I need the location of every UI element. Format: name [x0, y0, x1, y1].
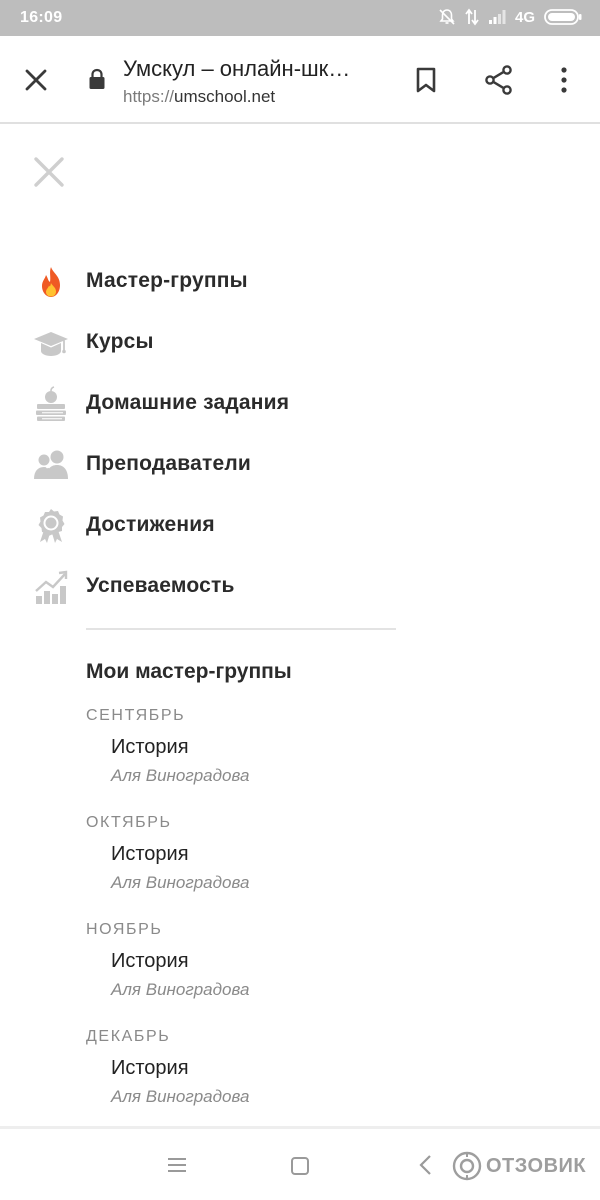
close-icon[interactable] [22, 66, 50, 94]
nav-item-teachers[interactable]: Преподаватели [0, 441, 420, 489]
teacher-name: Аля Виноградова [111, 873, 250, 892]
menu-divider [86, 628, 396, 630]
teacher-name: Аля Виноградова [111, 980, 250, 999]
signal-icon [488, 10, 506, 24]
back-chevron-icon[interactable] [418, 1154, 434, 1176]
more-vert-icon[interactable] [556, 65, 572, 95]
mute-icon [439, 9, 455, 25]
course-link[interactable]: История [111, 950, 189, 973]
lock-icon [89, 68, 105, 89]
fire-icon [42, 267, 60, 297]
battery-icon [544, 9, 582, 25]
teacher-name: Аля Виноградова [111, 766, 250, 785]
home-square-icon[interactable] [290, 1156, 310, 1176]
nav-item-label: Достижения [86, 513, 215, 536]
nav-item-label: Успеваемость [86, 574, 235, 597]
page-title: Умскул – онлайн-шк… [123, 56, 351, 81]
month-label: НОЯБРЬ [86, 921, 163, 938]
share-icon[interactable] [483, 64, 515, 96]
graduation-cap-icon [34, 332, 68, 356]
menu-close-icon[interactable] [33, 156, 65, 188]
nav-item-master-groups[interactable]: Мастер-группы [0, 258, 420, 306]
browser-header: Умскул – онлайн-шк… https://umschool.net [0, 36, 600, 124]
teachers-icon [34, 450, 68, 479]
data-arrows-icon [465, 8, 479, 26]
month-label: ОКТЯБРЬ [86, 814, 172, 831]
course-link[interactable]: История [111, 736, 189, 759]
otzovik-logo-icon [452, 1151, 482, 1181]
course-link[interactable]: История [111, 1057, 189, 1080]
section-title-my-master-groups: Мои мастер-группы [86, 660, 292, 683]
page-url: https://umschool.net [123, 87, 275, 107]
month-label: ДЕКАБРЬ [86, 1028, 171, 1045]
bookmark-icon[interactable] [413, 66, 439, 94]
teacher-name: Аля Виноградова [111, 1087, 250, 1106]
menu-lines-icon[interactable] [166, 1156, 188, 1174]
nav-item-label: Курсы [86, 330, 154, 353]
watermark: ОТЗОВИК [452, 1151, 586, 1181]
nav-item-label: Домашние задания [86, 391, 290, 414]
watermark-text: ОТЗОВИК [486, 1154, 587, 1177]
course-link[interactable]: История [111, 843, 189, 866]
award-icon [38, 509, 65, 543]
month-label: СЕНТЯБРЬ [86, 707, 186, 724]
nav-item-progress[interactable]: Успеваемость [0, 563, 420, 611]
status-icons: 4G [438, 8, 582, 26]
nav-item-label: Преподаватели [86, 452, 251, 475]
url-scheme: https:// [123, 87, 175, 106]
url-host: umschool.net [174, 87, 276, 106]
nav-item-achievements[interactable]: Достижения [0, 502, 420, 550]
network-type-label: 4G [514, 8, 535, 26]
status-time: 16:09 [20, 9, 63, 26]
nav-item-label: Мастер-группы [86, 269, 248, 292]
progress-chart-icon [35, 570, 68, 604]
status-bar: 16:09 4G [0, 0, 600, 36]
nav-item-homework[interactable]: Домашние задания [0, 380, 420, 428]
books-apple-icon [36, 386, 66, 421]
nav-item-courses[interactable]: Курсы [0, 319, 420, 367]
system-nav-bar: ОТЗОВИК [0, 1126, 600, 1200]
